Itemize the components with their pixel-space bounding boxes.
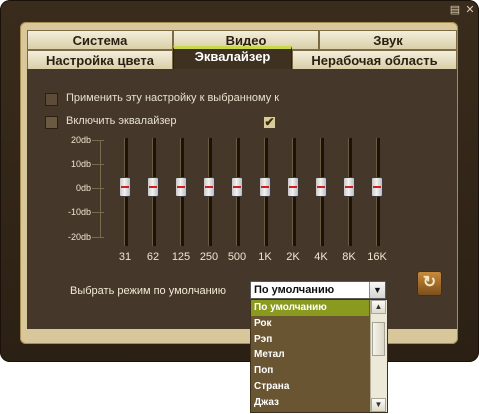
db-label-minus20: -20db — [67, 232, 91, 242]
dropdown-scrollbar[interactable]: ▲ ▼ — [370, 300, 387, 412]
db-tick — [92, 188, 104, 189]
preset-option[interactable]: По умолчанию — [251, 300, 369, 316]
db-tick — [92, 212, 104, 213]
scroll-down-icon[interactable]: ▼ — [371, 398, 386, 412]
tab-equalizer[interactable]: Эквалайзер — [173, 46, 292, 70]
tab-sound[interactable]: Звук — [319, 30, 457, 50]
tab-system[interactable]: Система — [27, 30, 173, 50]
tab-color-settings[interactable]: Настройка цвета — [27, 50, 173, 70]
preset-option[interactable]: Рэп — [251, 332, 369, 348]
scroll-thumb[interactable] — [372, 322, 385, 356]
db-tick — [92, 237, 104, 238]
settings-window: ▤ ✕ Система Видео Звук Настройка цвета Э… — [0, 0, 479, 362]
refresh-icon: ↻ — [422, 274, 437, 291]
eq-slider-2K[interactable] — [287, 177, 299, 197]
eq-freq-label: 500 — [227, 251, 247, 263]
db-tick — [92, 164, 104, 165]
preset-option[interactable]: Метал — [251, 347, 369, 363]
eq-freq-label: 16K — [367, 251, 387, 263]
eq-slider-4K[interactable] — [315, 177, 327, 197]
eq-slider-250[interactable] — [203, 177, 215, 197]
preset-option[interactable]: Рок — [251, 316, 369, 332]
eq-freq-label: 31 — [118, 251, 132, 263]
preset-label: Выбрать режим по умолчанию — [70, 285, 227, 297]
eq-slider-16K[interactable] — [371, 177, 383, 197]
eq-freq-label: 62 — [146, 251, 160, 263]
eq-freq-label: 2K — [286, 251, 300, 263]
db-label-10: 10db — [70, 159, 91, 169]
db-label-0: 0db — [75, 183, 91, 193]
eq-slider-1K[interactable] — [259, 177, 271, 197]
eq-freq-label: 125 — [171, 251, 191, 263]
preset-option[interactable]: Страна — [251, 379, 369, 395]
enable-equalizer-checkbox-left[interactable] — [45, 116, 58, 129]
eq-slider-125[interactable] — [175, 177, 187, 197]
preset-select[interactable]: По умолчанию ▼ — [250, 281, 386, 299]
scroll-up-icon[interactable]: ▲ — [371, 300, 386, 314]
eq-freq-label: 4K — [314, 251, 328, 263]
reset-button[interactable]: ↻ — [417, 271, 442, 296]
preset-selected-value: По умолчанию — [254, 284, 335, 296]
preset-dropdown-list: По умолчанию Рок Рэп Метал Поп Страна Дж… — [250, 299, 388, 413]
eq-freq-label: 250 — [199, 251, 219, 263]
apply-checkbox[interactable] — [45, 93, 58, 106]
db-label-minus10: -10db — [67, 207, 91, 217]
menu-icon[interactable]: ▤ — [449, 4, 461, 16]
db-label-20: 20db — [70, 135, 91, 145]
eq-slider-8K[interactable] — [343, 177, 355, 197]
eq-slider-31[interactable] — [119, 177, 131, 197]
enable-equalizer-label: Включить эквалайзер — [66, 115, 177, 127]
db-tick — [92, 140, 104, 141]
preset-option[interactable]: Джаз — [251, 395, 369, 411]
tab-inactive-area[interactable]: Нерабочая область — [292, 50, 457, 70]
apply-label: Применить эту настройку к выбранному к — [66, 92, 280, 104]
preset-option[interactable]: Поп — [251, 363, 369, 379]
close-icon[interactable]: ✕ — [464, 4, 476, 16]
eq-freq-label: 8K — [342, 251, 356, 263]
eq-slider-62[interactable] — [147, 177, 159, 197]
chevron-down-icon[interactable]: ▼ — [369, 282, 385, 298]
eq-slider-500[interactable] — [231, 177, 243, 197]
enable-equalizer-checkbox[interactable]: ✔ — [263, 116, 276, 129]
db-scale-line — [100, 140, 101, 237]
eq-freq-label: 1K — [258, 251, 272, 263]
